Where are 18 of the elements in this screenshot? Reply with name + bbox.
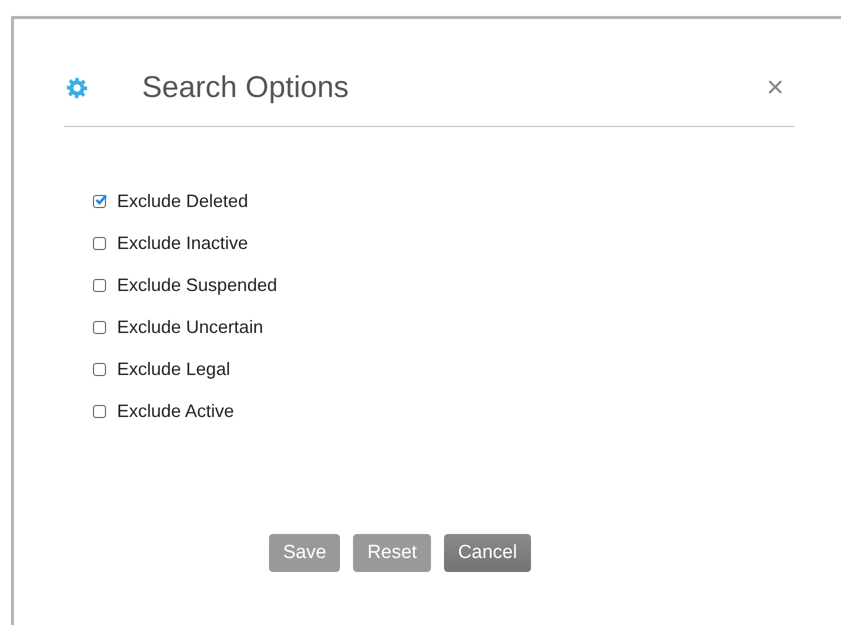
gear-icon xyxy=(66,76,88,98)
checkbox[interactable] xyxy=(93,404,106,418)
close-button[interactable]: × xyxy=(766,72,784,102)
option-label: Exclude Deleted xyxy=(117,190,248,213)
checkbox[interactable] xyxy=(93,236,106,250)
dialog-button[interactable]: Save xyxy=(269,534,340,572)
option-label: Exclude Active xyxy=(117,400,234,423)
option-label: Exclude Suspended xyxy=(117,274,278,297)
option-label: Exclude Uncertain xyxy=(117,316,264,339)
checkbox[interactable] xyxy=(93,278,106,292)
dialog-button[interactable]: Reset xyxy=(353,534,431,572)
checkbox[interactable] xyxy=(93,194,106,208)
option-label: Exclude Inactive xyxy=(117,232,248,255)
dialog-button[interactable]: Cancel xyxy=(444,534,532,572)
checkbox[interactable] xyxy=(93,362,106,376)
option-label: Exclude Legal xyxy=(117,358,230,381)
checkbox[interactable] xyxy=(93,320,106,334)
dialog-title: Search Options xyxy=(142,70,350,104)
